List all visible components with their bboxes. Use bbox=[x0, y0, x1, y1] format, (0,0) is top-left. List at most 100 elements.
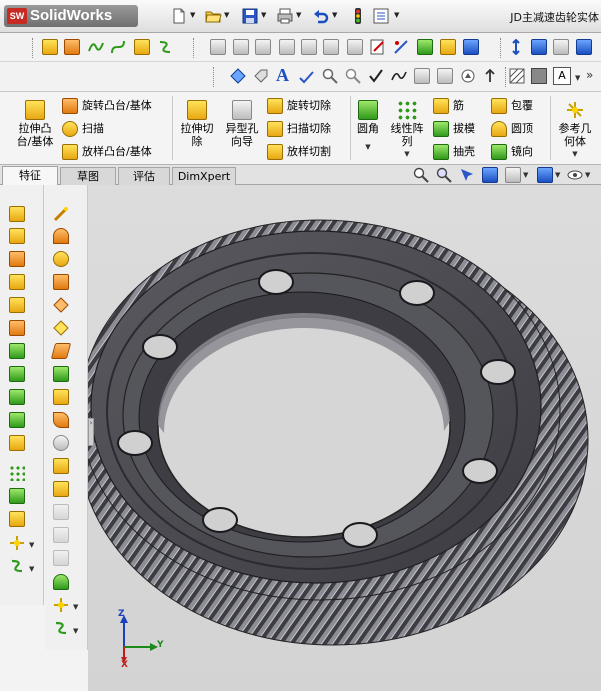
cube-wire-icon[interactable] bbox=[553, 39, 569, 55]
tab-features[interactable]: 特征 bbox=[2, 166, 58, 186]
extrude-boss-tool-icon[interactable] bbox=[9, 206, 25, 222]
sketch-edit-icon[interactable] bbox=[370, 39, 386, 55]
flex-tool-icon[interactable] bbox=[53, 274, 69, 290]
previous-view-icon[interactable] bbox=[459, 167, 475, 183]
tab-evaluate[interactable]: 评估 bbox=[118, 167, 170, 185]
toolbar-grip[interactable] bbox=[213, 67, 216, 87]
sketch-icon[interactable] bbox=[42, 39, 58, 55]
curve-icon[interactable] bbox=[88, 39, 104, 55]
combine-tool-icon[interactable] bbox=[53, 435, 69, 451]
arrow-up-icon[interactable] bbox=[482, 68, 498, 84]
feature-icon[interactable] bbox=[64, 39, 80, 55]
draft-tool-icon[interactable] bbox=[9, 412, 25, 428]
save-icon[interactable] bbox=[241, 7, 259, 25]
reference-geometry-button[interactable]: 参考几何体 ▼ bbox=[553, 100, 597, 161]
move-axis-icon[interactable] bbox=[508, 39, 524, 55]
assembly-icon[interactable] bbox=[440, 39, 456, 55]
view-back-icon[interactable] bbox=[233, 39, 249, 55]
display-style-dropdown-icon[interactable]: ▼ bbox=[555, 171, 560, 179]
loft-boss-button[interactable]: 放样凸台/基体 bbox=[62, 143, 152, 161]
zoom-area-icon[interactable] bbox=[345, 68, 361, 84]
block-icon[interactable] bbox=[437, 68, 453, 84]
open-folder-icon[interactable] bbox=[204, 7, 222, 25]
extrude-cut-button[interactable]: 拉伸切除 bbox=[175, 100, 219, 148]
solidworks-logo[interactable]: SW SolidWorks bbox=[4, 5, 138, 27]
rib-button[interactable]: 筋 bbox=[433, 97, 464, 115]
text-box-dropdown-icon[interactable]: ▼ bbox=[575, 74, 580, 82]
linear-pattern-dropdown-icon[interactable]: ▼ bbox=[387, 148, 427, 161]
circular-pattern-tool-icon[interactable] bbox=[9, 488, 25, 504]
spell-check-icon[interactable] bbox=[298, 68, 314, 84]
view-front-icon[interactable] bbox=[210, 39, 226, 55]
wand-tool-icon[interactable] bbox=[53, 206, 69, 222]
view-orientation-dropdown-icon[interactable]: ▼ bbox=[523, 171, 528, 179]
graphics-viewport[interactable]: Z Y X bbox=[88, 185, 601, 691]
cube-shaded-icon[interactable] bbox=[576, 39, 592, 55]
toolbar-grip[interactable] bbox=[505, 67, 508, 87]
view-left-icon[interactable] bbox=[255, 39, 271, 55]
options-icon[interactable] bbox=[372, 7, 390, 25]
revolve-cut-button[interactable]: 旋转切除 bbox=[267, 97, 331, 115]
rebuild-traffic-light-icon[interactable] bbox=[349, 7, 367, 25]
diamond-select-icon[interactable] bbox=[230, 68, 246, 84]
reference-geometry-tool-dropdown-icon[interactable]: ▼ bbox=[29, 541, 34, 549]
revolve-tool-icon[interactable] bbox=[9, 251, 25, 267]
reference-geometry-tool-2-icon[interactable] bbox=[53, 597, 69, 613]
wrap-button[interactable]: 包覆 bbox=[491, 97, 533, 115]
draft-button[interactable]: 拔模 bbox=[433, 120, 475, 138]
wrap-tool-icon[interactable] bbox=[53, 251, 69, 267]
text-annotation-icon[interactable]: A bbox=[276, 65, 289, 86]
revolve-boss-tool-icon[interactable] bbox=[9, 228, 25, 244]
hatch-icon[interactable] bbox=[509, 68, 525, 84]
print-dropdown-icon[interactable]: ▼ bbox=[296, 11, 301, 19]
display-style-icon[interactable] bbox=[537, 167, 553, 183]
fillet-tool-icon[interactable] bbox=[9, 343, 25, 359]
move-face-tool-icon[interactable] bbox=[53, 366, 69, 382]
toolbar-grip[interactable] bbox=[193, 38, 196, 58]
undo-icon[interactable] bbox=[312, 7, 330, 25]
toolbar-grip[interactable] bbox=[500, 38, 503, 58]
cavity-tool-icon[interactable] bbox=[53, 574, 69, 590]
cube-view-icon[interactable] bbox=[531, 39, 547, 55]
spline-icon[interactable] bbox=[110, 39, 126, 55]
zoom-area-view-icon[interactable] bbox=[436, 167, 452, 183]
fill-icon[interactable] bbox=[531, 68, 547, 84]
curves-tool-2-icon[interactable] bbox=[53, 620, 69, 636]
smart-dimension-icon[interactable] bbox=[393, 39, 409, 55]
options-dropdown-icon[interactable]: ▼ bbox=[394, 11, 399, 19]
datum-icon[interactable] bbox=[460, 68, 476, 84]
curves-tool-icon[interactable] bbox=[9, 558, 25, 574]
check-constraint-icon[interactable] bbox=[368, 68, 384, 84]
shell-tool-icon[interactable] bbox=[9, 389, 25, 405]
mirror-button[interactable]: 镜向 bbox=[491, 143, 533, 161]
view-top-icon[interactable] bbox=[301, 39, 317, 55]
tab-dimxpert[interactable]: DimXpert bbox=[172, 167, 236, 185]
reference-geometry-tool-icon[interactable] bbox=[9, 535, 25, 551]
loft-tool-icon[interactable] bbox=[9, 320, 25, 336]
mirror-tool-icon[interactable] bbox=[9, 511, 25, 527]
sweep-tool-icon[interactable] bbox=[9, 274, 25, 290]
cut-tool-icon[interactable] bbox=[9, 297, 25, 313]
view-iso-icon[interactable] bbox=[347, 39, 363, 55]
helix-icon[interactable] bbox=[157, 39, 173, 55]
new-document-icon[interactable] bbox=[170, 7, 188, 25]
curves-tool-2-dropdown-icon[interactable]: ▼ bbox=[73, 627, 78, 635]
boundary-tool-icon[interactable] bbox=[53, 458, 69, 474]
thicken-tool-icon[interactable] bbox=[53, 389, 69, 405]
view-orientation-icon[interactable] bbox=[505, 167, 521, 183]
reference-geometry-tool-2-dropdown-icon[interactable]: ▼ bbox=[73, 603, 78, 611]
hole-wizard-button[interactable]: 异型孔向导 bbox=[220, 100, 264, 148]
sweep-button[interactable]: 扫描 bbox=[62, 120, 104, 138]
hide-show-dropdown-icon[interactable]: ▼ bbox=[585, 171, 590, 179]
sweep-cut-button[interactable]: 扫描切除 bbox=[267, 120, 331, 138]
table-icon[interactable] bbox=[414, 68, 430, 84]
curves-tool-dropdown-icon[interactable]: ▼ bbox=[29, 565, 34, 573]
undo-dropdown-icon[interactable]: ▼ bbox=[332, 11, 337, 19]
zoom-icon[interactable] bbox=[322, 68, 338, 84]
sweep-path-tool-icon[interactable] bbox=[53, 412, 69, 428]
view-right-icon[interactable] bbox=[279, 39, 295, 55]
dome-tool-icon[interactable] bbox=[53, 228, 69, 244]
loft-cut-button[interactable]: 放样切割 bbox=[267, 143, 331, 161]
hide-show-items-icon[interactable] bbox=[567, 167, 583, 183]
deform-tool-icon[interactable] bbox=[53, 297, 69, 313]
